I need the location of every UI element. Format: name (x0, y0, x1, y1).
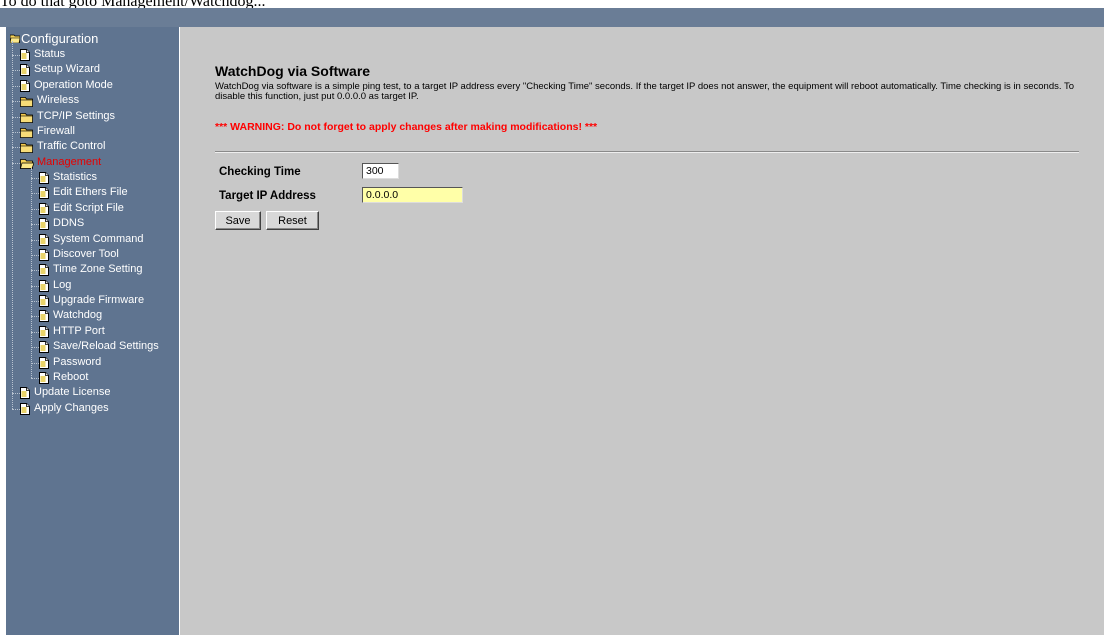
document-icon (39, 371, 49, 384)
sidebar-item-label: Apply Changes (34, 401, 109, 414)
folder-icon (20, 97, 33, 108)
document-icon (20, 64, 30, 77)
sidebar-item-label: Upgrade Firmware (53, 294, 145, 307)
sidebar-item-label: Traffic Control (37, 140, 106, 153)
sidebar-item-apply-changes[interactable]: Apply Changes (6, 402, 179, 417)
checking-time-input[interactable] (362, 163, 399, 179)
document-icon (39, 218, 49, 231)
sidebar-item-label: Firewall (37, 124, 75, 137)
section-divider (215, 151, 1079, 153)
sidebar-item-status[interactable]: Status (6, 48, 179, 63)
checking-time-label: Checking Time (219, 166, 301, 178)
sidebar-item-update-license[interactable]: Update License (6, 386, 179, 401)
sidebar-item-wireless[interactable]: Wireless (6, 94, 179, 109)
sidebar-item-label: Statistics (53, 171, 98, 184)
save-button[interactable]: Save (215, 211, 261, 230)
top-bar (0, 8, 1104, 27)
sidebar-item-label: Setup Wizard (34, 63, 101, 76)
main-content: WatchDog via Software WatchDog via softw… (180, 27, 1104, 635)
document-icon (39, 172, 49, 185)
sidebar-item-label: Discover Tool (53, 247, 119, 260)
document-icon (20, 387, 30, 400)
folder-icon (20, 143, 33, 154)
sidebar-item-label: Update License (34, 386, 111, 399)
reset-button[interactable]: Reset (266, 211, 319, 230)
sidebar-item-setup-wizard[interactable]: Setup Wizard (6, 63, 179, 78)
tree-root-label: Configuration (21, 31, 99, 46)
page-title: WatchDog via Software (215, 63, 371, 79)
page-caption: To do that goto Management/Watchdog... (0, 0, 266, 10)
sidebar-item-label: Save/Reload Settings (53, 340, 159, 353)
tree-connector-line (31, 167, 32, 378)
sidebar-tree: Configuration Status Setup Wizard Operatio… (6, 27, 179, 635)
sidebar-item-label: Watchdog (53, 309, 103, 322)
sidebar-item-firewall[interactable]: Firewall (6, 125, 179, 140)
sidebar-item-label: Log (53, 278, 72, 291)
sidebar-item-label: Reboot (53, 370, 89, 383)
sidebar-item-label: TCP/IP Settings (37, 109, 116, 122)
sidebar-item-traffic-control[interactable]: Traffic Control (6, 140, 179, 155)
document-icon (39, 356, 49, 369)
sidebar-item-label: Operation Mode (34, 78, 113, 91)
sidebar-item-operation-mode[interactable]: Operation Mode (6, 79, 179, 94)
sidebar-item-label: Password (53, 355, 102, 368)
folder-icon (20, 112, 33, 123)
document-icon (39, 310, 49, 323)
sidebar-item-label: HTTP Port (53, 324, 105, 337)
sidebar-item-label: Status (34, 48, 66, 60)
sidebar-item-label: System Command (53, 232, 144, 245)
sidebar-item-label: Time Zone Setting (53, 263, 143, 276)
document-icon (39, 233, 49, 246)
sidebar-item-label: Edit Ethers File (53, 186, 128, 199)
warning-message: *** WARNING: Do not forget to apply chan… (215, 121, 598, 133)
document-icon (39, 264, 49, 277)
document-icon (20, 79, 30, 92)
document-icon (39, 187, 49, 200)
target-ip-label: Target IP Address (219, 190, 316, 202)
document-icon (39, 248, 49, 261)
document-icon (39, 341, 49, 354)
sidebar-item-label: Management (37, 155, 102, 168)
document-icon (39, 325, 49, 338)
sidebar-item-label: DDNS (53, 217, 85, 230)
tree-connector-line (12, 41, 13, 409)
document-icon (39, 279, 49, 292)
sidebar-item-label: Edit Script File (53, 201, 124, 214)
document-icon (20, 49, 30, 61)
sidebar-item-tcp-ip-settings[interactable]: TCP/IP Settings (6, 110, 179, 125)
document-icon (39, 202, 49, 215)
sidebar-item-label: Wireless (37, 94, 80, 107)
page-description: WatchDog via software is a simple ping t… (215, 81, 1075, 102)
target-ip-input[interactable] (362, 187, 463, 203)
document-icon (20, 402, 30, 415)
folder-icon (20, 127, 33, 138)
document-icon (39, 295, 49, 308)
